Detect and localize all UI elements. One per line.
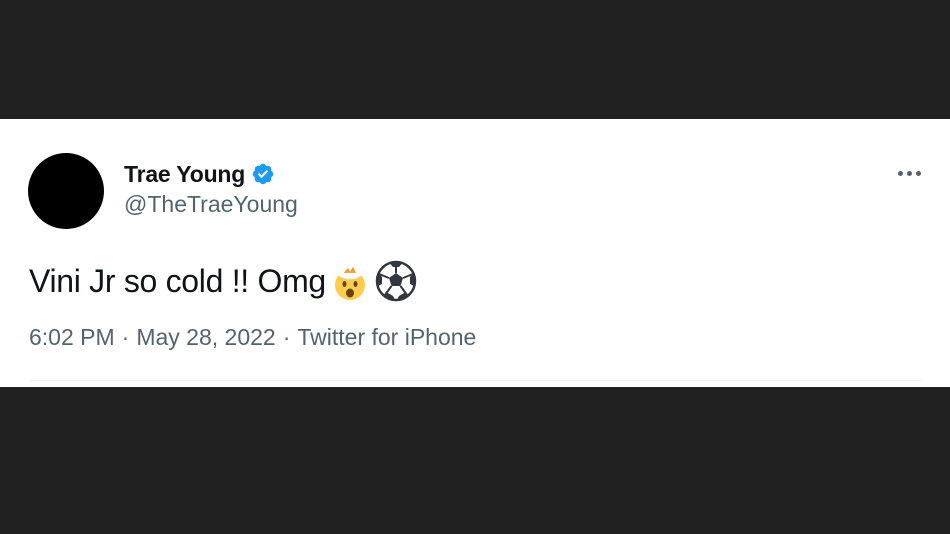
- tweet-meta: 6:02 PM · May 28, 2022 · Twitter for iPh…: [29, 324, 476, 351]
- author-name[interactable]: Trae Young: [124, 161, 245, 188]
- divider: [29, 380, 921, 381]
- tweet-source[interactable]: Twitter for iPhone: [297, 324, 476, 351]
- tweet-text-content: Vini Jr so cold !! Omg: [29, 262, 326, 299]
- screenshot-stage: Trae Young @TheTraeYoung Vini Jr so cold…: [0, 0, 950, 534]
- exploding-head-emoji: [328, 259, 372, 303]
- soccer-ball-emoji: [374, 259, 418, 303]
- meta-separator: ·: [282, 324, 291, 350]
- tweet-text: Vini Jr so cold !! Omg: [29, 259, 418, 303]
- more-dot: [915, 170, 921, 176]
- meta-separator: ·: [121, 324, 130, 350]
- tweet-card: Trae Young @TheTraeYoung Vini Jr so cold…: [0, 119, 950, 387]
- more-dot: [897, 170, 903, 176]
- tweet-date[interactable]: May 28, 2022: [136, 324, 275, 351]
- verified-badge-icon: [251, 162, 275, 186]
- tweet-time[interactable]: 6:02 PM: [29, 324, 115, 351]
- more-options-icon[interactable]: [894, 163, 924, 183]
- avatar[interactable]: [28, 153, 104, 229]
- author-handle[interactable]: @TheTraeYoung: [124, 191, 298, 218]
- more-dot: [906, 170, 912, 176]
- author-name-row: Trae Young: [124, 159, 275, 189]
